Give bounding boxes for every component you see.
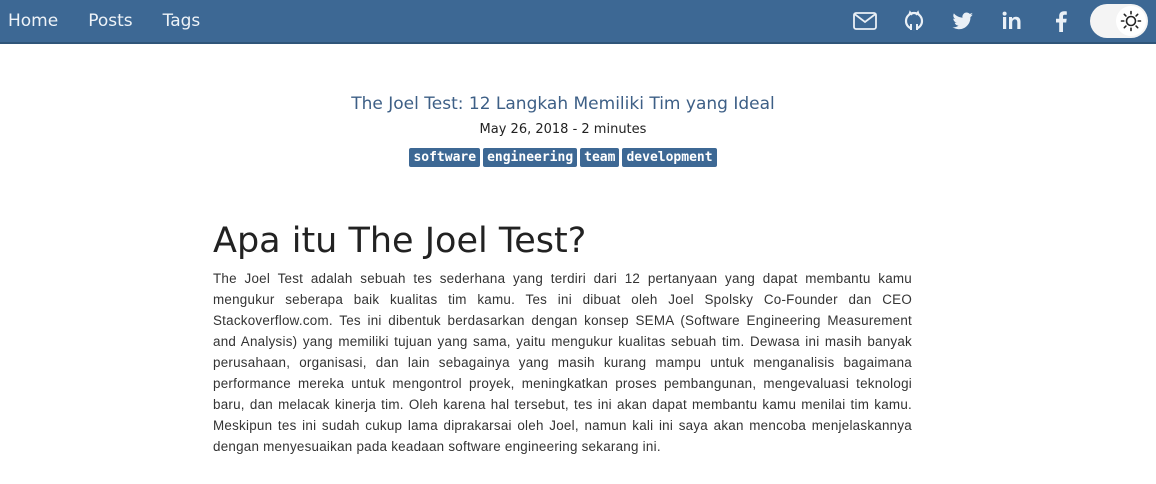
tag-software[interactable]: software (409, 148, 481, 167)
linkedin-icon[interactable] (999, 8, 1025, 34)
facebook-icon[interactable] (1048, 8, 1074, 34)
post-header: The Joel Test: 12 Langkah Memiliki Tim y… (0, 92, 1126, 167)
post-meta: May 26, 2018 - 2 minutes (479, 122, 647, 137)
social-icons (829, 0, 1148, 42)
theme-toggle[interactable] (1090, 4, 1148, 38)
post-title: The Joel Test: 12 Langkah Memiliki Tim y… (351, 94, 775, 114)
mail-icon[interactable] (852, 8, 878, 34)
section-heading: Apa itu The Joel Test? (213, 221, 587, 261)
article-paragraph: The Joel Test adalah sebuah tes sederhan… (213, 271, 912, 454)
nav-link-posts[interactable]: Posts (88, 11, 132, 31)
tag-team[interactable]: team (580, 148, 620, 167)
nav-link-tags[interactable]: Tags (163, 11, 201, 31)
tag-list: software engineering team development (0, 148, 1126, 167)
article: Apa itu The Joel Test? The Joel Test ada… (213, 218, 912, 470)
twitter-icon[interactable] (950, 8, 976, 34)
tag-development[interactable]: development (622, 148, 717, 167)
github-icon[interactable] (901, 8, 927, 34)
nav-link-home[interactable]: Home (8, 11, 58, 31)
nav-links: Home Posts Tags (8, 0, 230, 42)
tag-engineering[interactable]: engineering (483, 148, 578, 167)
sun-icon (1116, 6, 1146, 36)
navbar: Home Posts Tags (0, 0, 1156, 44)
